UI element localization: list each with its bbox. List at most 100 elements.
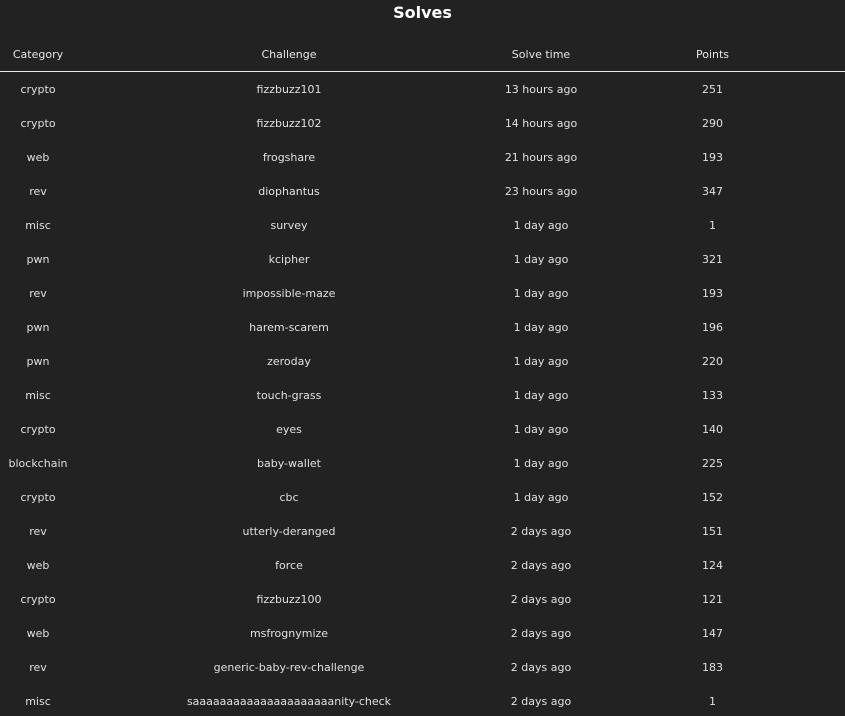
points-cell: 151 (702, 524, 723, 538)
table-row: crypto eyes 1 day ago 140 (0, 412, 845, 446)
challenge-link[interactable]: zeroday (76, 344, 502, 378)
solve-time-cell: 2 days ago (510, 660, 572, 674)
points-cell: 124 (702, 558, 723, 572)
table-row: crypto fizzbuzz102 14 hours ago 290 (0, 106, 845, 140)
solve-time-cell: 2 days ago (510, 558, 572, 572)
points-cell: 1 (709, 694, 716, 708)
solve-time-cell: 1 day ago (513, 252, 569, 266)
table-row: crypto fizzbuzz100 2 days ago 121 (0, 582, 845, 616)
points-cell: 121 (702, 592, 723, 606)
solve-time-cell: 2 days ago (510, 592, 572, 606)
points-cell: 196 (702, 320, 723, 334)
category-cell: rev (29, 524, 47, 538)
points-cell: 290 (702, 116, 723, 130)
category-cell: rev (29, 286, 47, 300)
solves-table: Category Challenge Solve time Points cry… (0, 37, 845, 716)
points-cell: 225 (702, 456, 723, 470)
points-cell: 321 (702, 252, 723, 266)
challenge-link[interactable]: utterly-deranged (76, 514, 502, 548)
challenge-link[interactable]: baby-wallet (76, 446, 502, 480)
category-cell: crypto (20, 490, 56, 504)
solve-time-cell: 1 day ago (513, 388, 569, 402)
challenge-link[interactable]: survey (76, 208, 502, 242)
category-cell: pwn (26, 354, 50, 368)
page-title: Solves (393, 3, 452, 22)
points-cell: 193 (702, 150, 723, 164)
category-cell: crypto (20, 116, 56, 130)
solve-time-cell: 1 day ago (513, 320, 569, 334)
solve-time-cell: 14 hours ago (504, 116, 578, 130)
category-cell: web (26, 150, 50, 164)
challenge-link[interactable]: fizzbuzz102 (76, 106, 502, 140)
table-row: pwn zeroday 1 day ago 220 (0, 344, 845, 378)
solve-time-cell: 1 day ago (513, 218, 569, 232)
table-row: misc touch-grass 1 day ago 133 (0, 378, 845, 412)
points-cell: 152 (702, 490, 723, 504)
solve-time-cell: 13 hours ago (504, 82, 578, 96)
challenge-link[interactable]: frogshare (76, 140, 502, 174)
column-header-solve-time[interactable]: Solve time (502, 37, 580, 72)
challenge-link[interactable]: diophantus (76, 174, 502, 208)
points-cell: 133 (702, 388, 723, 402)
table-row: misc saaaaaaaaaaaaaaaaaaaaanity-check 2 da… (0, 684, 845, 716)
category-cell: pwn (26, 320, 50, 334)
category-cell: web (26, 626, 50, 640)
points-cell: 347 (702, 184, 723, 198)
category-cell: misc (25, 218, 51, 232)
solve-time-cell: 1 day ago (513, 490, 569, 504)
challenge-link[interactable]: cbc (76, 480, 502, 514)
table-row: blockchain baby-wallet 1 day ago 225 (0, 446, 845, 480)
solve-time-cell: 1 day ago (513, 286, 569, 300)
solve-time-cell: 2 days ago (510, 626, 572, 640)
category-cell: blockchain (8, 456, 68, 470)
challenge-link[interactable]: generic-baby-rev-challenge (76, 650, 502, 684)
column-header-challenge[interactable]: Challenge (76, 37, 502, 72)
challenge-link[interactable]: fizzbuzz100 (76, 582, 502, 616)
challenge-link[interactable]: force (76, 548, 502, 582)
solve-time-cell: 23 hours ago (504, 184, 578, 198)
points-cell: 183 (702, 660, 723, 674)
points-cell: 140 (702, 422, 723, 436)
table-row: rev diophantus 23 hours ago 347 (0, 174, 845, 208)
table-row: rev generic-baby-rev-challenge 2 days ago 1… (0, 650, 845, 684)
points-cell: 193 (702, 286, 723, 300)
category-cell: web (26, 558, 50, 572)
table-row: pwn kcipher 1 day ago 321 (0, 242, 845, 276)
table-row: rev utterly-deranged 2 days ago 151 (0, 514, 845, 548)
challenge-link[interactable]: touch-grass (76, 378, 502, 412)
table-row: web frogshare 21 hours ago 193 (0, 140, 845, 174)
points-cell: 1 (709, 218, 716, 232)
table-header: Category Challenge Solve time Points (0, 37, 845, 72)
category-cell: rev (29, 660, 47, 674)
category-cell: pwn (26, 252, 50, 266)
category-cell: crypto (20, 422, 56, 436)
points-cell: 147 (702, 626, 723, 640)
solve-time-cell: 2 days ago (510, 694, 572, 708)
column-header-category[interactable]: Category (0, 37, 76, 72)
table-row: pwn harem-scarem 1 day ago 196 (0, 310, 845, 344)
category-cell: crypto (20, 82, 56, 96)
points-cell: 220 (702, 354, 723, 368)
points-cell: 251 (702, 82, 723, 96)
table-row: crypto cbc 1 day ago 152 (0, 480, 845, 514)
solve-time-cell: 2 days ago (510, 524, 572, 538)
challenge-link[interactable]: impossible-maze (76, 276, 502, 310)
header-row: Category Challenge Solve time Points (0, 37, 845, 72)
category-cell: misc (25, 388, 51, 402)
category-cell: misc (25, 694, 51, 708)
solve-time-cell: 21 hours ago (504, 150, 578, 164)
challenge-link[interactable]: harem-scarem (76, 310, 502, 344)
solve-time-cell: 1 day ago (513, 354, 569, 368)
challenge-link[interactable]: eyes (76, 412, 502, 446)
table-row: web msfrognymize 2 days ago 147 (0, 616, 845, 650)
table-row: rev impossible-maze 1 day ago 193 (0, 276, 845, 310)
challenge-link[interactable]: msfrognymize (76, 616, 502, 650)
category-cell: rev (29, 184, 47, 198)
column-header-points[interactable]: Points (580, 37, 845, 72)
table-body: crypto fizzbuzz101 13 hours ago 251 crypto fi… (0, 72, 845, 716)
challenge-link[interactable]: fizzbuzz101 (76, 72, 502, 107)
table-row: crypto fizzbuzz101 13 hours ago 251 (0, 72, 845, 107)
solve-time-cell: 1 day ago (513, 422, 569, 436)
challenge-link[interactable]: saaaaaaaaaaaaaaaaaaaaanity-check (76, 684, 502, 716)
challenge-link[interactable]: kcipher (76, 242, 502, 276)
